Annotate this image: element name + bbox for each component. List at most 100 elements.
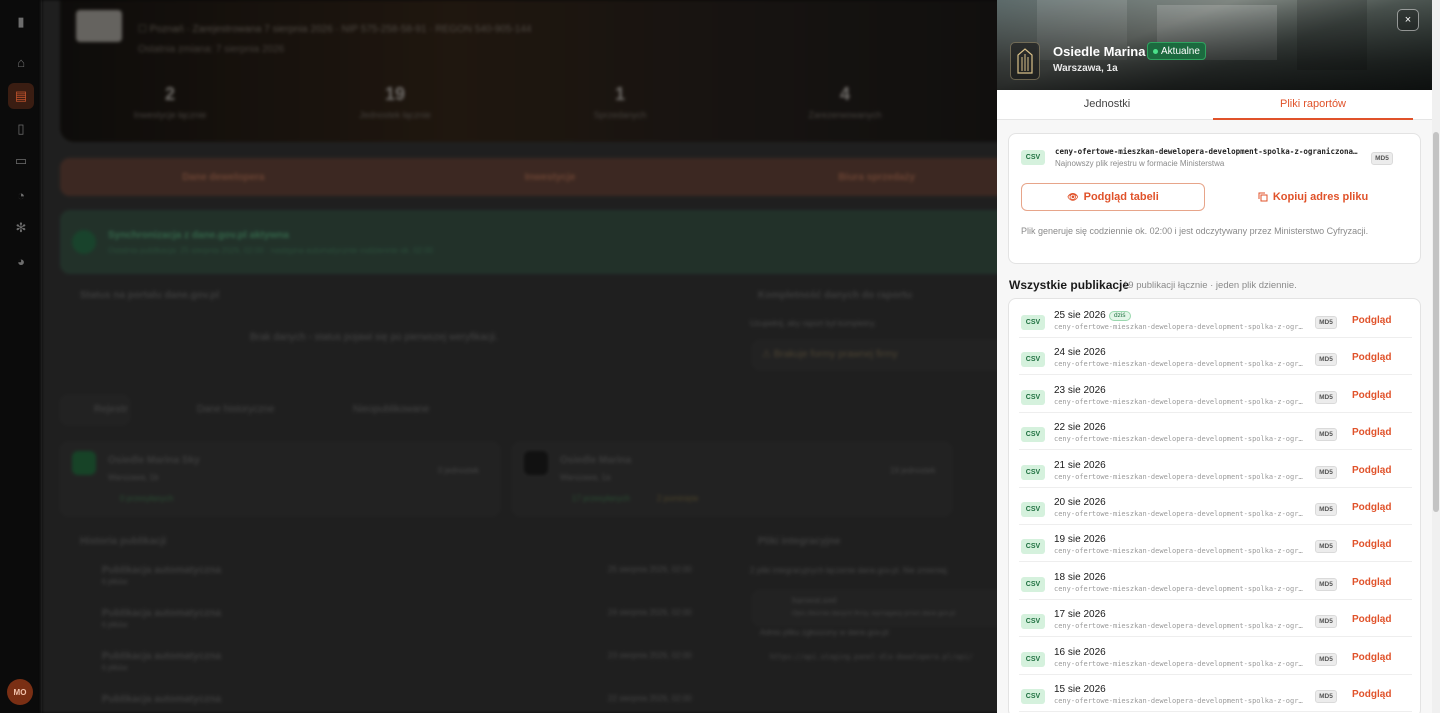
publication-date: 22 sie 2026 — [1054, 422, 1106, 434]
app-logo-icon[interactable]: ▮ — [11, 12, 31, 32]
file-type-badge: CSV — [1021, 150, 1045, 165]
preview-link[interactable]: Podgląd — [1352, 652, 1391, 663]
file-type-badge: CSV — [1021, 576, 1045, 592]
copy-file-address-button[interactable]: Kopiuj adres pliku — [1215, 183, 1411, 211]
tab-units[interactable]: Jednostki — [1007, 90, 1207, 120]
file-type-badge: CSV — [1021, 389, 1045, 405]
all-publications-count: 19 publikacji łącznie · jeden plik dzien… — [1123, 280, 1297, 291]
publication-file-name: ceny-ofertowe-mieszkan-dewelopera-develo… — [1054, 472, 1304, 481]
file-type-badge: CSV — [1021, 464, 1045, 480]
scrollbar-thumb[interactable] — [1433, 132, 1439, 512]
preview-link[interactable]: Podgląd — [1352, 315, 1391, 326]
publication-date: 16 sie 2026 — [1054, 646, 1106, 658]
publication-file-name: ceny-ofertowe-mieszkan-dewelopera-develo… — [1054, 360, 1304, 369]
publication-date: 19 sie 2026 — [1054, 534, 1106, 546]
preview-link[interactable]: Podgląd — [1352, 614, 1391, 625]
publication-file-name: ceny-ofertowe-mieszkan-dewelopera-develo… — [1054, 435, 1304, 444]
publication-date: 24 sie 2026 — [1054, 347, 1106, 359]
preview-link[interactable]: Podgląd — [1352, 539, 1391, 550]
archive-icon[interactable]: ▭ — [11, 151, 31, 171]
preview-link[interactable]: Podgląd — [1352, 427, 1391, 438]
md5-badge[interactable]: MD5 — [1315, 503, 1337, 516]
publication-file-name: ceny-ofertowe-mieszkan-dewelopera-develo… — [1054, 397, 1304, 406]
bell-icon[interactable]: ◔ — [11, 185, 31, 205]
file-type-badge: CSV — [1021, 614, 1045, 630]
investment-logo — [1010, 42, 1040, 80]
home-icon[interactable]: ⌂ — [11, 52, 31, 72]
all-publications-title: Wszystkie publikacje — [1009, 278, 1130, 292]
drawer-tabs: Jednostki Pliki raportów — [997, 90, 1432, 120]
modal-overlay[interactable] — [42, 0, 997, 713]
md5-badge[interactable]: MD5 — [1315, 615, 1337, 629]
close-icon[interactable]: × — [1397, 9, 1419, 31]
file-type-badge: CSV — [1021, 352, 1045, 368]
md5-badge[interactable]: MD5 — [1315, 540, 1337, 554]
drawer-title: Osiedle Marina — [1053, 44, 1146, 59]
preview-table-button[interactable]: 👁 Podgląd tabeli — [1021, 183, 1205, 211]
building-icon[interactable]: ▤ — [8, 83, 34, 109]
settings-icon[interactable]: ✻ — [11, 218, 31, 238]
md5-badge[interactable]: MD5 — [1315, 316, 1337, 329]
drawer-scrollbar[interactable] — [1432, 0, 1440, 713]
publication-date: 18 sie 2026 — [1054, 571, 1106, 583]
md5-badge[interactable]: MD5 — [1315, 465, 1337, 479]
latest-file-description: Najnowszy plik rejestru w formacie Minis… — [1055, 159, 1225, 168]
help-icon[interactable]: ◕ — [11, 251, 31, 271]
md5-badge[interactable]: MD5 — [1315, 577, 1337, 591]
file-type-badge: CSV — [1021, 315, 1045, 330]
latest-file-note: Plik generuje się codziennie ok. 02:00 i… — [1021, 226, 1369, 236]
building-logo-icon — [1017, 48, 1033, 74]
file-type-badge: CSV — [1021, 427, 1045, 443]
md5-badge[interactable]: MD5 — [1315, 690, 1337, 703]
tab-report-files[interactable]: Pliki raportów — [1213, 90, 1413, 120]
md5-badge[interactable]: MD5 — [1315, 652, 1337, 666]
publication-row: CSV 18 sie 2026 ceny-ofertowe-mieszkan-dew… — [1019, 563, 1412, 600]
publication-row: CSV 23 sie 2026 ceny-ofertowe-mieszkan-dew… — [1019, 376, 1412, 413]
preview-link[interactable]: Podgląd — [1352, 465, 1391, 476]
publication-file-name: ceny-ofertowe-mieszkan-dewelopera-develo… — [1054, 547, 1304, 556]
publication-row: CSV 25 sie 2026 dziś ceny-ofertowe-mieszkan… — [1019, 301, 1412, 338]
status-dot-icon — [1153, 48, 1158, 54]
md5-badge[interactable]: MD5 — [1315, 390, 1337, 404]
publication-date: 17 sie 2026 — [1054, 609, 1106, 621]
md5-badge[interactable]: MD5 — [1315, 353, 1337, 367]
file-type-badge: CSV — [1021, 539, 1045, 555]
publication-file-name: ceny-ofertowe-mieszkan-dewelopera-develo… — [1054, 510, 1304, 518]
today-badge: dziś — [1109, 311, 1131, 321]
publication-row: CSV 16 sie 2026 ceny-ofertowe-mieszkan-dew… — [1019, 638, 1412, 675]
preview-link[interactable]: Podgląd — [1352, 689, 1391, 700]
publication-file-name: ceny-ofertowe-mieszkan-dewelopera-develo… — [1054, 697, 1304, 705]
publication-file-name: ceny-ofertowe-mieszkan-dewelopera-develo… — [1054, 323, 1304, 331]
publication-date: 23 sie 2026 — [1054, 384, 1106, 396]
preview-link[interactable]: Podgląd — [1352, 502, 1391, 513]
document-icon[interactable]: ▯ — [11, 119, 31, 139]
publication-file-name: ceny-ofertowe-mieszkan-dewelopera-develo… — [1054, 622, 1304, 631]
latest-file-card: CSV ceny-ofertowe-mieszkan-dewelopera-de… — [1008, 133, 1421, 264]
md5-badge[interactable]: MD5 — [1315, 428, 1337, 442]
preview-link[interactable]: Podgląd — [1352, 577, 1391, 588]
user-avatar[interactable]: MO — [7, 679, 33, 705]
preview-link[interactable]: Podgląd — [1352, 390, 1391, 401]
status-badge: Aktualne — [1147, 42, 1206, 60]
copy-icon — [1258, 192, 1268, 202]
file-type-badge: CSV — [1021, 502, 1045, 517]
publication-file-name: ceny-ofertowe-mieszkan-dewelopera-develo… — [1054, 584, 1304, 593]
publication-row: CSV 19 sie 2026 ceny-ofertowe-mieszkan-dew… — [1019, 525, 1412, 563]
publication-row: CSV 24 sie 2026 ceny-ofertowe-mieszkan-dew… — [1019, 338, 1412, 376]
publication-date: 20 sie 2026 — [1054, 497, 1106, 508]
publication-row: CSV 17 sie 2026 ceny-ofertowe-mieszkan-dew… — [1019, 600, 1412, 638]
left-rail: ▮ ⌂ ▤ ▯ ▭ ◔ ✻ ◕ MO — [0, 0, 42, 713]
drawer-header: × Osiedle Marina Aktualne Warszawa, 1a — [997, 0, 1432, 90]
publication-date: 25 sie 2026 — [1054, 310, 1106, 321]
file-type-badge: CSV — [1021, 689, 1045, 704]
publication-file-name: ceny-ofertowe-mieszkan-dewelopera-develo… — [1054, 659, 1304, 668]
investment-drawer: × Osiedle Marina Aktualne Warszawa, 1a J… — [997, 0, 1432, 713]
eye-icon: 👁 — [1067, 191, 1079, 202]
publication-row: CSV 20 sie 2026 ceny-ofertowe-mieszkan-dew… — [1019, 488, 1412, 525]
preview-link[interactable]: Podgląd — [1352, 352, 1391, 363]
latest-file-name: ceny-ofertowe-mieszkan-dewelopera-develo… — [1055, 147, 1360, 156]
file-type-badge: CSV — [1021, 651, 1045, 667]
drawer-subtitle: Warszawa, 1a — [1053, 63, 1118, 74]
md5-badge[interactable]: MD5 — [1371, 152, 1393, 165]
publication-row: CSV 22 sie 2026 ceny-ofertowe-mieszkan-dew… — [1019, 413, 1412, 451]
